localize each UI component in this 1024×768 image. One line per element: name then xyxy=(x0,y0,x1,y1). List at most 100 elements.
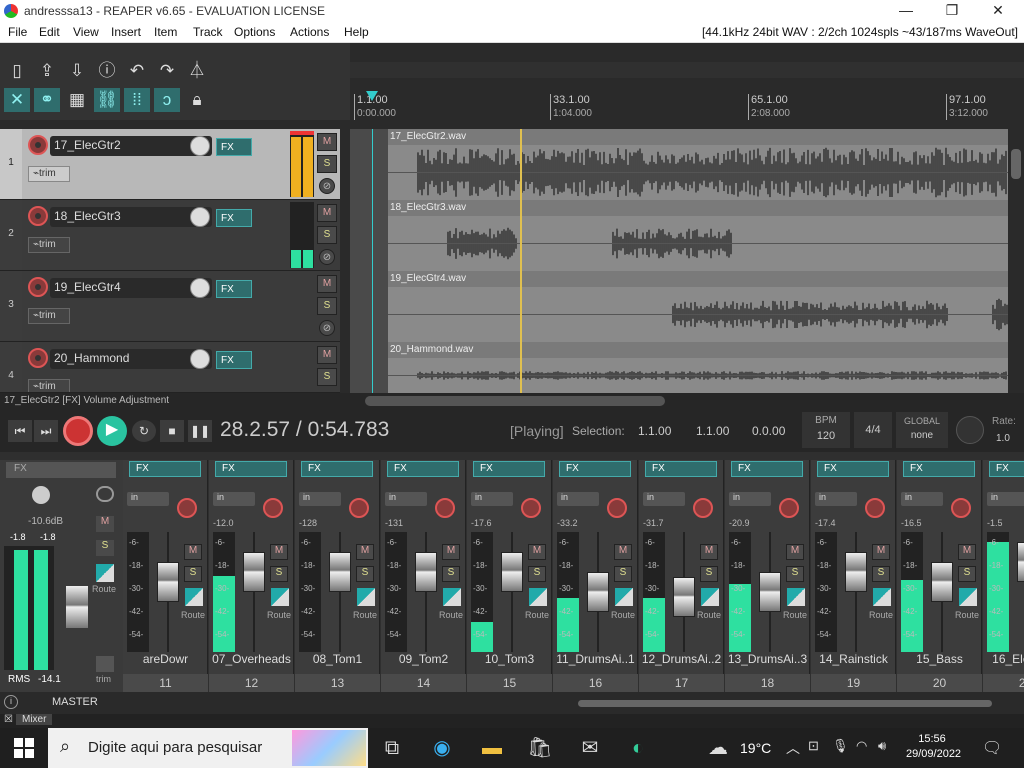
solo-button[interactable]: S xyxy=(317,368,337,386)
volume-knob[interactable] xyxy=(190,136,210,156)
solo-button[interactable]: S xyxy=(442,566,460,582)
solo-button[interactable]: S xyxy=(872,566,890,582)
global-override[interactable]: GLOBAL none xyxy=(896,412,948,448)
track-name[interactable]: 10_Tom3 xyxy=(467,652,552,668)
volume-fader[interactable] xyxy=(587,572,609,612)
minimize-button[interactable]: — xyxy=(886,2,926,18)
volume-fader[interactable] xyxy=(243,552,265,592)
task-view-icon[interactable]: ⧉ xyxy=(378,734,406,762)
input-select[interactable]: in xyxy=(385,492,427,506)
record-arm-button[interactable] xyxy=(865,498,885,518)
track-name[interactable]: 18_ElecGtr3 xyxy=(50,207,212,227)
edge-browser-icon[interactable]: ◉ xyxy=(428,734,456,762)
solo-button[interactable]: S xyxy=(786,566,804,582)
volume-fader[interactable] xyxy=(415,552,437,592)
media-item[interactable]: 19_ElecGtr4.wav xyxy=(388,271,1008,342)
ripple-edit-icon[interactable]: ✕ xyxy=(4,88,30,112)
media-item[interactable]: 17_ElecGtr2.wav xyxy=(388,129,1008,200)
fx-button[interactable]: FX xyxy=(817,461,889,477)
mute-button[interactable]: M xyxy=(614,544,632,560)
record-arm-button[interactable] xyxy=(28,206,48,226)
record-arm-button[interactable] xyxy=(349,498,369,518)
track-1[interactable]: 1 17_ElecGtr2 FX ⌁trim M S ⊘ xyxy=(0,129,340,200)
lock-icon[interactable]: 🔒︎ xyxy=(184,88,210,112)
trim-button[interactable]: ⌁trim xyxy=(28,308,70,324)
file-explorer-icon[interactable]: ▬ xyxy=(478,734,506,762)
store-icon[interactable]: 🛍︎ xyxy=(526,734,554,762)
route-icon[interactable] xyxy=(615,588,633,606)
record-arm-button[interactable] xyxy=(28,135,48,155)
volume-knob[interactable] xyxy=(190,278,210,298)
input-select[interactable]: in xyxy=(643,492,685,506)
fx-button[interactable]: FX xyxy=(216,209,252,227)
trim-button[interactable]: ⌁trim xyxy=(28,166,70,182)
track-name[interactable]: 17_ElecGtr2 xyxy=(50,136,212,156)
bpm-box[interactable]: BPM 120 xyxy=(802,412,850,448)
fx-button[interactable]: FX xyxy=(301,461,373,477)
volume-icon[interactable]: 🔊︎ xyxy=(878,738,886,754)
solo-button[interactable]: S xyxy=(270,566,288,582)
new-project-icon[interactable]: ▯ xyxy=(4,59,30,83)
record-arm-button[interactable] xyxy=(28,348,48,368)
network-icon[interactable]: ⊡ xyxy=(808,738,819,754)
phase-icon[interactable]: ⊘ xyxy=(319,320,335,336)
solo-button[interactable]: S xyxy=(528,566,546,582)
input-select[interactable]: in xyxy=(127,492,169,506)
volume-fader[interactable] xyxy=(1017,542,1024,582)
go-to-end-icon[interactable]: ⏭ xyxy=(34,420,58,442)
horizontal-scrollbar[interactable] xyxy=(365,396,665,406)
route-icon[interactable] xyxy=(185,588,203,606)
windows-start-icon[interactable] xyxy=(14,738,34,758)
master-trim-icon[interactable] xyxy=(96,656,114,672)
trim-button[interactable]: ⌁trim xyxy=(28,237,70,253)
mute-button[interactable]: M xyxy=(317,275,337,293)
track-name[interactable]: 13_DrumsAi..3 xyxy=(725,652,810,668)
media-item[interactable]: 18_ElecGtr3.wav xyxy=(388,200,1008,271)
volume-fader[interactable] xyxy=(845,552,867,592)
tray-chevron-icon[interactable]: ︿ xyxy=(786,738,800,758)
fx-button[interactable]: FX xyxy=(645,461,717,477)
menu-item[interactable]: Item xyxy=(154,25,177,39)
fx-button[interactable]: FX xyxy=(387,461,459,477)
volume-fader[interactable] xyxy=(329,552,351,592)
pause-button[interactable]: ❚❚ xyxy=(188,420,212,442)
mute-button[interactable]: M xyxy=(528,544,546,560)
solo-button[interactable]: S xyxy=(958,566,976,582)
rate-value[interactable]: 1.0 xyxy=(996,433,1010,444)
menu-options[interactable]: Options xyxy=(234,25,275,39)
input-select[interactable]: in xyxy=(901,492,943,506)
master-route-icon[interactable] xyxy=(96,564,114,582)
menu-insert[interactable]: Insert xyxy=(111,25,141,39)
play-button[interactable]: ▶ xyxy=(97,416,127,446)
route-icon[interactable] xyxy=(959,588,977,606)
mixer-tab[interactable]: Mixer xyxy=(16,714,53,725)
record-arm-button[interactable] xyxy=(177,498,197,518)
fx-button[interactable]: FX xyxy=(215,461,287,477)
volume-fader[interactable] xyxy=(501,552,523,592)
close-tab-icon[interactable]: ☒ xyxy=(4,714,13,725)
stereo-icon[interactable] xyxy=(96,486,114,502)
fx-button[interactable]: FX xyxy=(731,461,803,477)
volume-knob[interactable] xyxy=(190,207,210,227)
grid-icon[interactable]: ▦ xyxy=(64,88,90,112)
volume-fader[interactable] xyxy=(157,562,179,602)
solo-button[interactable]: S xyxy=(184,566,202,582)
input-select[interactable]: in xyxy=(471,492,513,506)
track-3[interactable]: 3 19_ElecGtr4 FX ⌁trim M S ⊘ xyxy=(0,271,340,342)
master-pan-knob[interactable] xyxy=(32,486,50,504)
track-name[interactable]: 11_DrumsAi..1 xyxy=(553,652,638,668)
input-select[interactable]: in xyxy=(815,492,857,506)
track-name[interactable]: 20_Hammond xyxy=(50,349,212,369)
input-select[interactable]: in xyxy=(299,492,341,506)
loop-icon[interactable]: ↄ xyxy=(154,88,180,112)
solo-button[interactable]: S xyxy=(317,226,337,244)
route-icon[interactable] xyxy=(443,588,461,606)
record-arm-button[interactable] xyxy=(607,498,627,518)
menu-view[interactable]: View xyxy=(73,25,99,39)
stop-button[interactable]: ■ xyxy=(160,420,184,442)
region-marker-lane[interactable] xyxy=(350,62,1024,78)
mute-button[interactable]: M xyxy=(356,544,374,560)
timeline-ruler[interactable]: 1.1.00 0:00.000 33.1.00 1:04.000 65.1.00 2:… xyxy=(350,85,1024,130)
metronome-icon[interactable]: ⏃ xyxy=(184,59,210,83)
mute-button[interactable]: M xyxy=(317,133,337,151)
